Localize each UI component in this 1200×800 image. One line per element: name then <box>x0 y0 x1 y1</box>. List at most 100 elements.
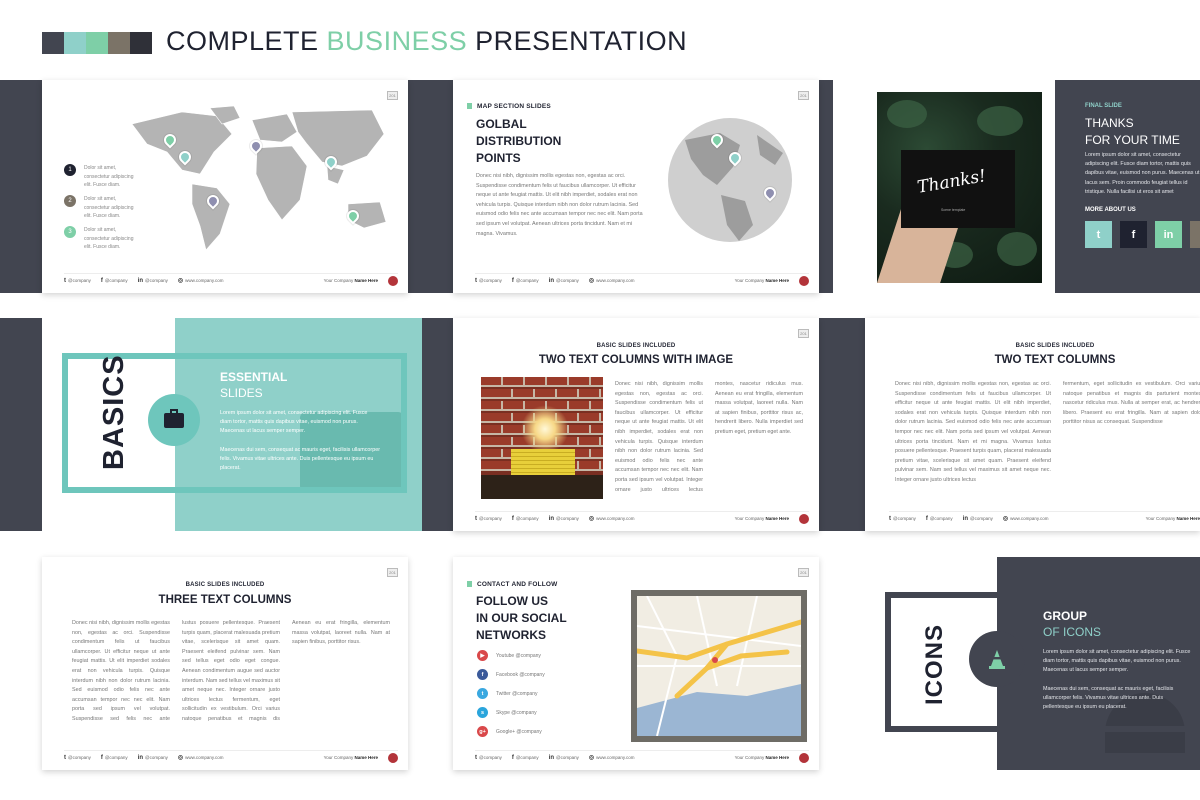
slide-kicker: BASIC SLIDES INCLUDED <box>596 343 676 349</box>
footer-website: ◎ www.company.com <box>589 277 635 284</box>
footer-text: Your Company <box>323 278 354 283</box>
social-skype-row[interactable]: s Skype @company <box>477 707 537 718</box>
slide-footer: t @company f @company in @company ◎ www.comp… <box>64 273 398 287</box>
footer-facebook: f @company <box>926 516 953 522</box>
globe-icon: ◎ <box>588 755 595 761</box>
social-youtube-row[interactable]: ▶ Youtube @company <box>477 650 541 661</box>
slide-heading: THREE TEXT COLUMNS <box>158 594 292 606</box>
facebook-icon: f <box>100 754 103 761</box>
page-title: COMPLETE BUSINESS PRESENTATION <box>166 26 687 57</box>
social-label: Facebook @company <box>496 671 545 678</box>
slide-world-map[interactable]: 201 1 Dolor sit amet, consectetur adipis… <box>42 80 408 293</box>
company-logo-icon <box>799 752 809 763</box>
linkedin-icon: in <box>137 754 143 761</box>
text-column-1: Donec nisi nibh, dignissim mollis egesta… <box>615 381 703 493</box>
footer-website: ◎ www.company.com <box>589 754 635 761</box>
basics-vertical-word: BASICS <box>98 354 130 470</box>
kicker-text: MAP SECTION SLIDES <box>477 103 551 110</box>
footer-text: www.company.com <box>596 755 635 760</box>
footer-twitter: t @company <box>889 516 916 522</box>
slide-kicker: MAP SECTION SLIDES <box>467 103 551 110</box>
footer-text: @company <box>145 755 168 760</box>
footer-linkedin: in @company <box>549 278 579 284</box>
books-stack <box>511 449 575 475</box>
footer-website: ◎ www.company.com <box>178 277 224 284</box>
title-accent: BUSINESS <box>326 26 468 56</box>
leaf-shape <box>997 232 1037 266</box>
footer-twitter: t @company <box>475 278 502 284</box>
footer-text: @company <box>68 755 91 760</box>
slide-basics[interactable]: BASICS ESSENTIAL SLIDES Lorem ipsum dolo… <box>42 318 422 531</box>
slide-two-columns[interactable]: BASIC SLIDES INCLUDED TWO TEXT COLUMNS D… <box>865 318 1200 531</box>
title-part2: PRESENTATION <box>475 26 688 56</box>
footer-facebook: f @company <box>512 516 539 522</box>
company-logo-icon <box>799 513 809 524</box>
footer-text: Your Company <box>1145 516 1176 521</box>
slide-body: Lorem ipsum dolor sit amet, consectetur … <box>1043 649 1191 673</box>
globe-icon: ◎ <box>177 278 184 284</box>
footer-company: Your Company Name Here <box>1146 516 1200 521</box>
footer-text: www.company.com <box>185 755 224 760</box>
footer-text: @company <box>893 516 916 521</box>
slide-kicker: FINAL SLIDE <box>1085 103 1122 109</box>
linkedin-icon: in <box>548 515 554 522</box>
legend-text: Dolor sit amet, consectetur adipiscing e… <box>84 227 134 250</box>
thanks-card-word: Thanks! <box>915 166 988 198</box>
twitter-button[interactable]: t <box>1085 221 1112 248</box>
title-part1: COMPLETE <box>166 26 319 56</box>
slide-two-columns-image[interactable]: 201 BASIC SLIDES INCLUDED TWO TEXT COLUM… <box>453 318 819 531</box>
facebook-button[interactable]: f <box>1120 221 1147 248</box>
slide-icons[interactable]: ICONS GROUP OF ICONS Lorem ipsum dolor s… <box>865 557 1200 770</box>
footer-linkedin: in @company <box>549 516 579 522</box>
footer-twitter: t @company <box>475 755 502 761</box>
linkedin-icon: in <box>548 754 554 761</box>
text-column-2: montes, nascetur ridiculus mus. Aenean e… <box>715 381 803 435</box>
footer-text: @company <box>104 278 128 283</box>
world-map <box>131 105 387 251</box>
slide-kicker: BASIC SLIDES INCLUDED <box>1015 343 1095 349</box>
page-number: 201 <box>387 568 398 577</box>
heading-line: DISTRIBUTION <box>476 134 562 148</box>
youtube-glyph: ▶ <box>480 652 485 659</box>
google-button[interactable]: g <box>1190 221 1200 248</box>
slide-heading: GROUP <box>1043 609 1088 623</box>
footer-company-name: Name Here <box>354 278 378 283</box>
google-glyph: g+ <box>479 728 486 735</box>
social-google-row[interactable]: g+ Google+ @company <box>477 726 542 737</box>
slide-heading: TWO TEXT COLUMNS <box>994 354 1116 366</box>
footer-company-name: Name Here <box>765 278 789 283</box>
slide-social-networks[interactable]: 201 CONTACT AND FOLLOW FOLLOW US IN OUR … <box>453 557 819 770</box>
slide-heading: SLIDES <box>220 386 263 400</box>
social-buttons: t f in g <box>1085 221 1200 248</box>
social-twitter-row[interactable]: t Twitter @company <box>477 688 537 699</box>
page-number: 201 <box>798 329 809 338</box>
text-column-1: Donec nisi nibh, dignissim mollis egesta… <box>72 620 170 722</box>
legend-item: 1 Dolor sit amet, consectetur adipiscing… <box>64 164 142 190</box>
social-label: Google+ @company <box>496 728 542 735</box>
globe-icon: ◎ <box>1002 516 1009 522</box>
twitter-icon: t <box>475 277 477 284</box>
twitter-icon: t <box>475 754 477 761</box>
footer-linkedin: in @company <box>963 516 993 522</box>
footer-text: @company <box>970 516 993 521</box>
twitter-icon: t <box>1096 228 1101 241</box>
social-label: Youtube @company <box>496 652 541 659</box>
footer-linkedin: in @company <box>138 278 168 284</box>
page-number: 201 <box>798 568 809 577</box>
basics-circle <box>148 394 200 446</box>
linkedin-button[interactable]: in <box>1155 221 1182 248</box>
slide-footer: t @company f @company in @company ◎ www.comp… <box>64 750 398 764</box>
slide-thanks[interactable]: Thanks! Scene template FINAL SLIDE THANK… <box>865 80 1200 293</box>
palette-swatch <box>42 32 64 54</box>
footer-text: Your Company <box>734 516 765 521</box>
slide-global-distribution[interactable]: 201 MAP SECTION SLIDES GOLBAL DISTRIBUTI… <box>453 80 819 293</box>
footer-text: www.company.com <box>1010 516 1049 521</box>
slide-footer: t @company f @company in @company ◎ www.comp… <box>475 750 809 764</box>
slide-three-columns[interactable]: 201 BASIC SLIDES INCLUDED THREE TEXT COL… <box>42 557 408 770</box>
footer-text: @company <box>479 755 502 760</box>
heading-line: POINTS <box>476 151 521 165</box>
street-map-drawing <box>637 596 801 736</box>
social-facebook-row[interactable]: f Facebook @company <box>477 669 545 680</box>
thanks-card: Thanks! Scene template <box>901 150 1015 228</box>
street-map[interactable] <box>637 596 801 736</box>
